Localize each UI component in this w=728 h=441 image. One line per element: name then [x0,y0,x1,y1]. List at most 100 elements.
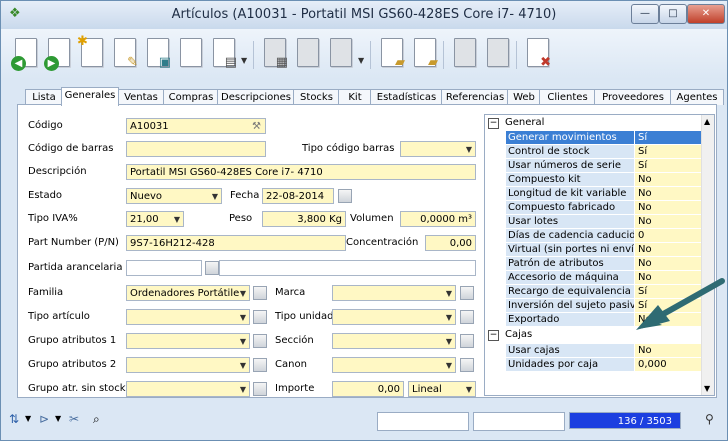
refresh-dropdown[interactable]: ▼ [358,56,364,65]
estado-combo[interactable]: Nuevo ▼ [126,188,222,204]
scroll-up-icon[interactable]: ▲ [704,117,710,126]
documents-in-button[interactable]: ▰ [377,37,405,71]
property-row[interactable]: Días de cadencia caducidad0 [485,229,701,242]
sort-icon[interactable]: ⇅ [9,412,19,426]
grupo-atributos-1-lookup-icon[interactable] [253,334,267,348]
property-row[interactable]: Compuesto fabricado No [485,201,701,214]
tipo-articulo-lookup-icon[interactable] [253,310,267,324]
property-row[interactable]: Virtual (sin portes ni envío) No [485,243,701,256]
tab-proveedores[interactable]: Proveedores [594,89,672,105]
marca-lookup-icon[interactable] [460,286,474,300]
first-record-button[interactable]: ◀ [11,37,39,71]
property-value[interactable]: Sí [635,131,701,144]
property-value[interactable]: No [635,173,701,186]
property-row[interactable]: Patrón de atributos No [485,257,701,270]
tab-web[interactable]: Web [507,89,541,105]
peso-field[interactable]: 3,800 Kg [262,211,346,227]
exit-button[interactable]: ✖ [523,37,551,71]
new-button[interactable]: ✱ [77,35,105,71]
property-value[interactable]: No [635,187,701,200]
tab-stocks[interactable]: Stocks [293,89,340,105]
partida-arancelaria-field[interactable] [126,260,202,276]
concentracion-field[interactable]: 0,00 [425,235,476,251]
property-row[interactable]: Usar cajas No [485,344,701,357]
seccion-lookup-icon[interactable] [460,334,474,348]
grupo-atributos-2-lookup-icon[interactable] [253,358,267,372]
grupo-atr-sin-stock-combo[interactable]: ▼ [126,381,250,397]
filter-icon[interactable]: ⊳ [39,412,49,426]
close-button[interactable]: ✕ [687,4,725,24]
part-number-field[interactable]: 9S7-16H212-428 [126,235,346,251]
property-value[interactable]: No [635,201,701,214]
importe-field[interactable]: 0,00 [332,381,404,397]
tipo-unidad-combo[interactable]: ▼ [332,309,456,325]
property-row[interactable]: Usar números de serie Sí [485,159,701,172]
copy-button[interactable] [176,37,204,71]
property-row[interactable]: Control de stock Sí [485,145,701,158]
property-value[interactable]: No [635,243,701,256]
edit-button[interactable]: ✎ [110,37,138,71]
tab-ventas[interactable]: Ventas [117,89,165,105]
tab-agentes[interactable]: Agentes [670,89,724,105]
group-general[interactable]: − General [485,116,701,130]
familia-combo[interactable]: Ordenadores Portátile ▼ [126,285,250,301]
codigo-barras-field[interactable] [126,141,266,157]
property-value[interactable]: 0,000 [635,358,701,371]
tab-kit[interactable]: Kit [338,89,372,105]
codigo-field[interactable]: A10031 ⚒ [126,118,266,134]
property-row[interactable]: Unidades por caja 0,000 [485,358,701,371]
print-button[interactable]: ▤ [209,37,237,71]
tab-generales[interactable]: Generales [61,87,119,106]
refresh-button[interactable] [326,37,354,71]
tab-referencias[interactable]: Referencias [441,89,509,105]
importe-mode-combo[interactable]: Lineal ▼ [408,381,476,397]
tab-compras[interactable]: Compras [163,89,219,105]
tab-lista[interactable]: Lista [25,89,63,105]
property-grid-scrollbar[interactable]: ▲ ▼ [701,115,714,395]
canon-combo[interactable]: ▼ [332,357,456,373]
report-list-button[interactable] [483,37,511,71]
tab-clientes[interactable]: Clientes [539,89,596,105]
tab-estadisticas[interactable]: Estadísticas [370,89,443,105]
tipo-unidad-lookup-icon[interactable] [460,310,474,324]
property-value[interactable]: 0 [635,229,701,242]
descripcion-field[interactable]: Portatil MSI GS60-428ES Core i7- 4710 [126,164,476,180]
grupo-atributos-1-combo[interactable]: ▼ [126,333,250,349]
grupo-atributos-2-combo[interactable]: ▼ [126,357,250,373]
binoculars-icon[interactable]: ⌕ [93,412,100,427]
print-dropdown[interactable]: ▼ [241,56,247,65]
familia-lookup-icon[interactable] [253,286,267,300]
documents-out-button[interactable]: ▰ [410,37,438,71]
calendar-icon[interactable] [338,189,352,203]
tab-descripciones[interactable]: Descripciones [217,89,295,105]
seccion-combo[interactable]: ▼ [332,333,456,349]
property-value[interactable]: No [635,257,701,270]
report-button[interactable] [450,37,478,71]
tipo-codigo-barras-combo[interactable]: ▼ [400,141,476,157]
canon-lookup-icon[interactable] [460,358,474,372]
collapse-icon[interactable]: − [488,330,499,341]
lookup-icon[interactable] [205,261,219,275]
property-row[interactable]: Longitud de kit variable No [485,187,701,200]
search-icon[interactable]: ⚲ [705,412,714,426]
clear-filter-icon[interactable]: ✂ [69,412,79,426]
property-value[interactable]: Sí [635,145,701,158]
property-row[interactable]: Usar lotes No [485,215,701,228]
property-value[interactable]: Sí [635,159,701,172]
cancel-button[interactable] [293,37,321,71]
property-value[interactable]: No [635,344,701,357]
fecha-field[interactable]: 22-08-2014 [262,188,334,204]
marca-combo[interactable]: ▼ [332,285,456,301]
sort-dropdown[interactable]: ▼ [25,414,31,423]
delete-button[interactable]: ▣ [143,37,171,71]
save-button[interactable]: ▦ [260,37,288,71]
grupo-atr-sin-stock-lookup-icon[interactable] [253,382,267,396]
collapse-icon[interactable]: − [488,118,499,129]
volumen-field[interactable]: 0,0000 m³ [400,211,476,227]
property-row[interactable]: Generar movimientos Sí [485,131,701,144]
tipo-iva-combo[interactable]: 21,00 ▼ [126,211,184,227]
filter-dropdown[interactable]: ▼ [55,414,61,423]
maximize-button[interactable]: □ [659,4,687,24]
tipo-articulo-combo[interactable]: ▼ [126,309,250,325]
property-row[interactable]: Compuesto kit No [485,173,701,186]
